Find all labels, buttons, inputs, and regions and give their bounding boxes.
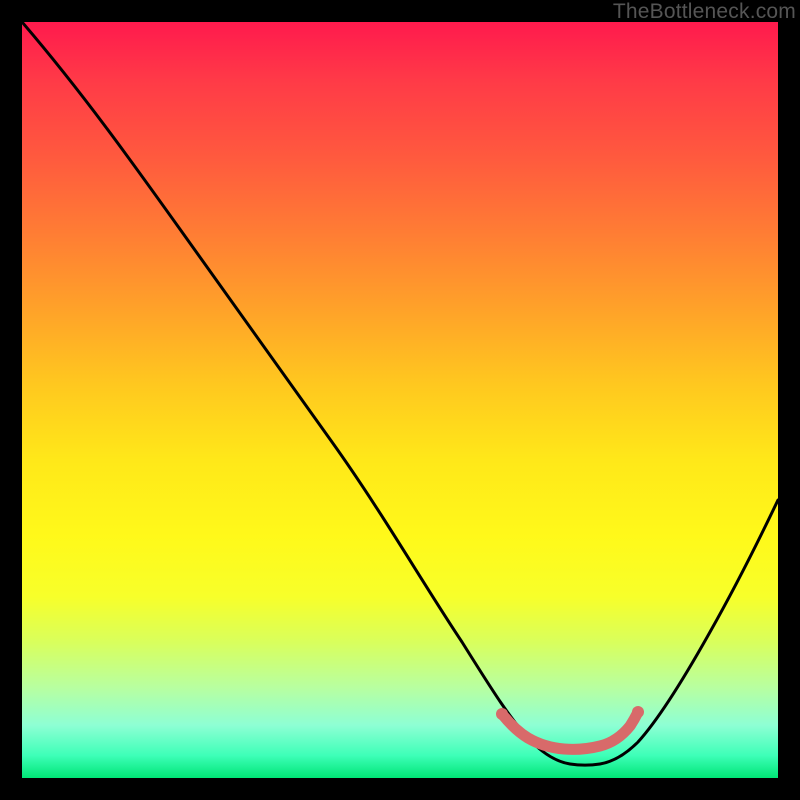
watermark-text: TheBottleneck.com <box>613 0 796 24</box>
optimal-range-marker-start <box>496 708 508 720</box>
chart-svg <box>22 22 778 778</box>
bottleneck-curve <box>22 22 778 765</box>
optimal-range-marker-end <box>632 706 644 718</box>
optimal-range-marker <box>502 712 638 749</box>
